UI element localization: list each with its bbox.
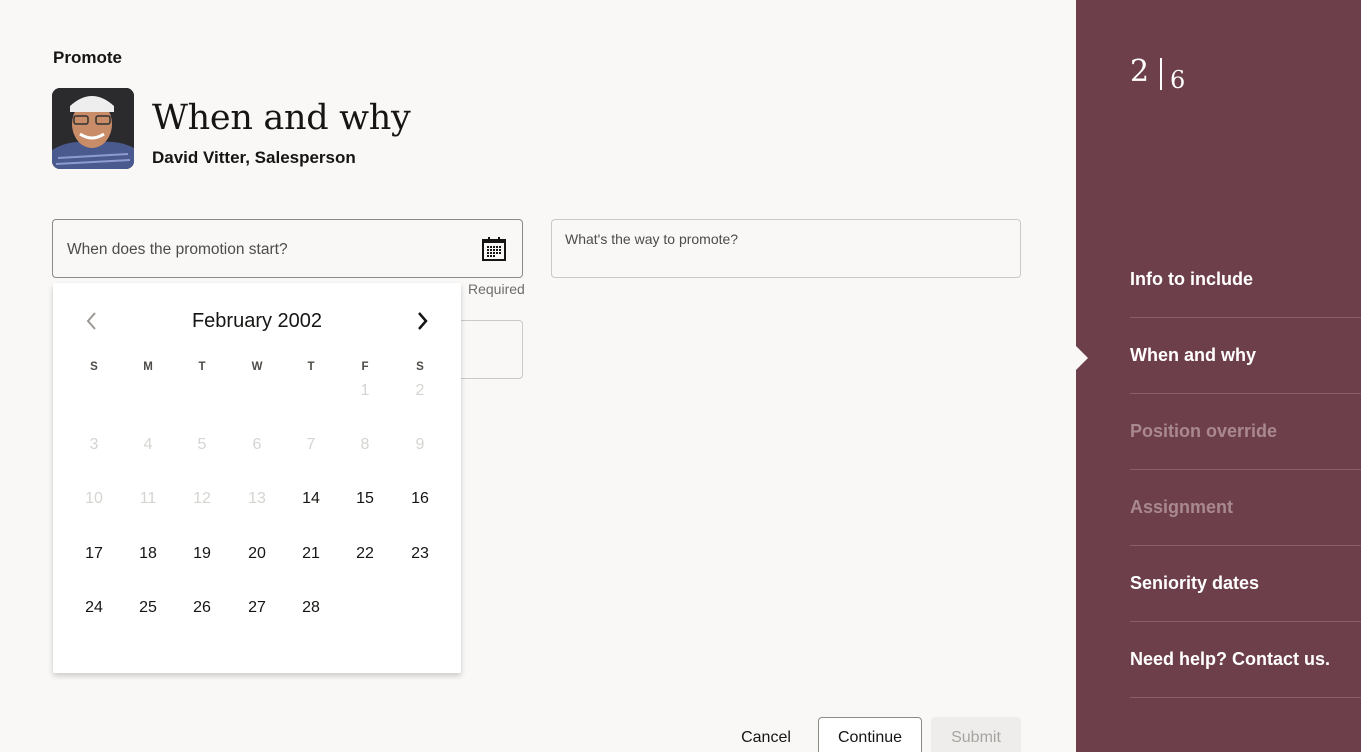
weekday-header: T (307, 361, 315, 373)
calendar-day: 5 (197, 436, 207, 453)
weekday-header: M (143, 361, 153, 373)
promotion-way-placeholder: What's the way to promote? (565, 231, 739, 247)
step-item: Assignment (1130, 470, 1361, 546)
calendar-day[interactable]: 26 (184, 593, 220, 623)
calendar-day: 9 (415, 436, 425, 453)
weekday-header: S (90, 361, 98, 373)
total-steps-number: 6 (1170, 66, 1186, 94)
calendar-day[interactable]: 22 (347, 539, 383, 569)
calendar-day[interactable]: 17 (76, 539, 112, 569)
weekday-header: S (416, 361, 424, 373)
step-sidebar: 2 6 Info to include When and why Position … (1076, 0, 1361, 752)
calendar-day[interactable]: 23 (402, 539, 438, 569)
calendar-icon[interactable] (481, 236, 507, 262)
promotion-way-field[interactable]: What's the way to promote? (551, 219, 1021, 278)
calendar-day[interactable]: 21 (293, 539, 329, 569)
step-item: Position override (1130, 394, 1361, 470)
calendar-day: 3 (89, 436, 99, 453)
page-eyebrow: Promote (53, 48, 122, 67)
promotion-start-date-field[interactable]: When does the promotion start? (52, 219, 523, 278)
calendar-day[interactable]: 19 (184, 539, 220, 569)
chevron-right-icon[interactable] (411, 308, 433, 334)
submit-button[interactable]: Submit (931, 717, 1021, 752)
calendar-day: 7 (306, 436, 316, 453)
month-label: February 2002 (191, 310, 323, 332)
continue-button[interactable]: Continue (818, 717, 922, 752)
calendar-day[interactable]: 20 (239, 539, 275, 569)
person-subtitle: David Vitter, Salesperson (152, 148, 356, 167)
page-title: When and why (152, 98, 411, 138)
calendar-day[interactable]: 27 (239, 593, 275, 623)
calendar-day: 4 (143, 436, 153, 453)
step-counter-divider (1160, 58, 1162, 90)
date-picker-popup: February 2002 SMTWTFS 1 2 3 4 5 6 7 8 9 10 11 12 13 1… (53, 283, 461, 673)
current-step-indicator (1076, 346, 1088, 370)
promotion-start-date-placeholder: When does the promotion start? (67, 241, 288, 258)
avatar (52, 88, 134, 169)
calendar-day[interactable]: 25 (130, 593, 166, 623)
step-item[interactable]: Info to include (1130, 242, 1361, 318)
weekday-header: W (251, 361, 263, 373)
calendar-day[interactable]: 15 (347, 484, 383, 514)
weekday-header: F (361, 361, 369, 373)
required-helper-text: Required (468, 281, 525, 297)
calendar-day: 13 (248, 490, 266, 507)
calendar-day: 12 (193, 490, 211, 507)
weekday-header: T (198, 361, 206, 373)
calendar-day: 11 (139, 490, 157, 507)
calendar-day[interactable]: 14 (293, 484, 329, 514)
main-content: Promote When and why David Vitter, Sales… (0, 0, 1076, 752)
calendar-day: 10 (85, 490, 103, 507)
calendar-day[interactable]: 18 (130, 539, 166, 569)
calendar-day: 2 (415, 382, 425, 399)
calendar-day[interactable]: 24 (76, 593, 112, 623)
calendar-day[interactable]: 16 (402, 484, 438, 514)
calendar-day: 1 (360, 382, 370, 399)
current-step-number: 2 (1130, 54, 1150, 89)
calendar-day: 8 (360, 436, 370, 453)
step-item[interactable]: When and why (1130, 318, 1361, 394)
step-item[interactable]: Seniority dates (1130, 546, 1361, 622)
calendar-day[interactable]: 28 (293, 593, 329, 623)
calendar-day: 6 (252, 436, 262, 453)
step-list: Info to include When and why Position over… (1130, 242, 1361, 698)
cancel-button[interactable]: Cancel (730, 717, 802, 752)
step-item[interactable]: Need help? Contact us. (1130, 622, 1361, 698)
